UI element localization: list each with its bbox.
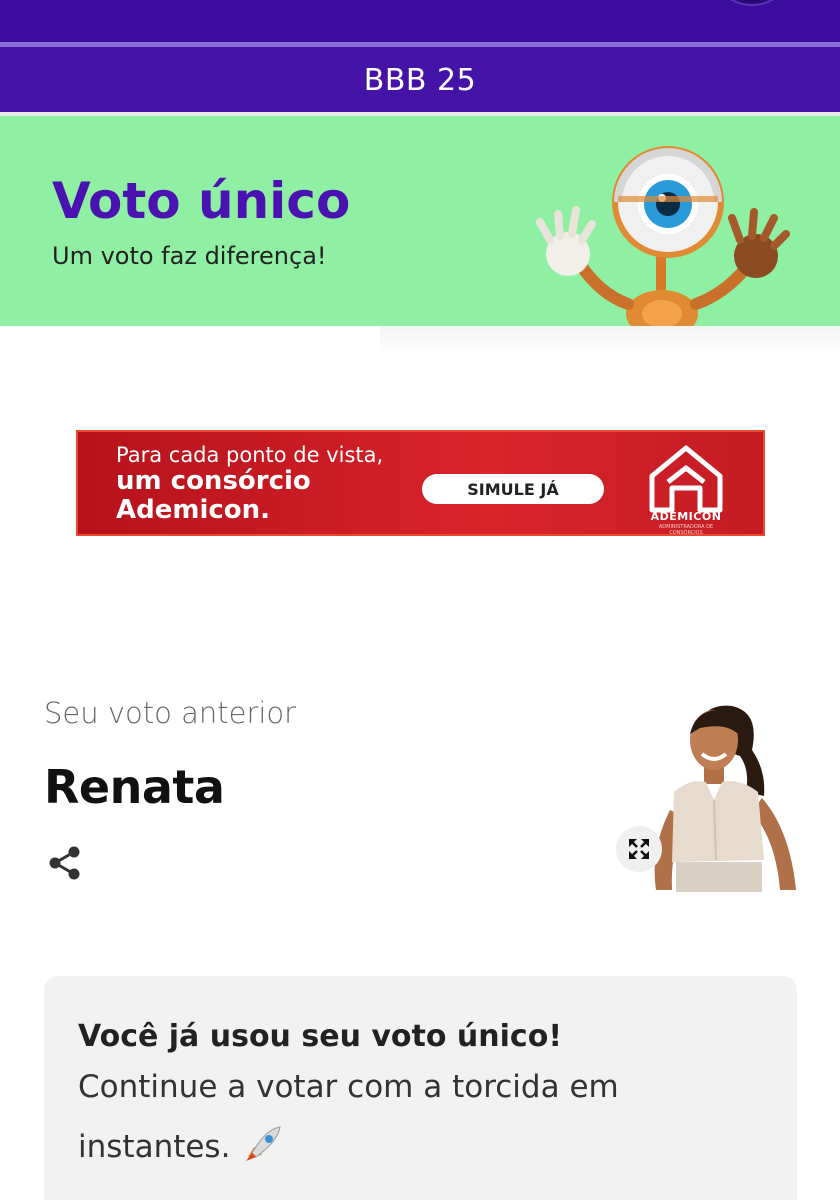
ad-line-1: Para cada ponto de vista,: [116, 443, 384, 467]
ad-copy: Para cada ponto de vista, um consórcio A…: [116, 443, 384, 525]
vote-used-notice: Você já usou seu voto único! Continue a …: [44, 976, 797, 1200]
top-bar: [0, 0, 840, 44]
rocket-icon: [246, 1126, 281, 1162]
section-title: BBB 25: [363, 62, 477, 98]
candidate-photo: [654, 705, 796, 892]
expand-icon: [629, 839, 649, 859]
notice-title: Você já usou seu voto único!: [78, 1019, 562, 1054]
hero-shadow: [380, 326, 840, 356]
previous-vote-label: Seu voto anterior: [44, 696, 297, 730]
ad-brand-name: ADEMICON: [650, 510, 722, 523]
hero-title: Voto único: [52, 172, 351, 230]
ad-banner[interactable]: Para cada ponto de vista, um consórcio A…: [76, 430, 765, 536]
previous-vote-name: Renata: [44, 760, 225, 814]
notice-body: Continue a votar com a torcida em instan…: [78, 1057, 658, 1178]
hero-banner: Voto único Um voto faz diferença!: [0, 116, 840, 326]
ad-brand-tagline: ADMINISTRADORA DE CONSÓRCIOS: [658, 524, 714, 536]
ad-line-3: Ademicon.: [116, 494, 271, 525]
notice-body-text: Continue a votar com a torcida em instan…: [78, 1069, 619, 1166]
simulate-button[interactable]: SIMULE JÁ: [422, 474, 604, 504]
ad-line-2: um consórcio: [116, 466, 311, 497]
big-brother-eye-mascot-icon: [536, 146, 790, 326]
section-header: BBB 25: [0, 47, 840, 113]
hero-subtitle: Um voto faz diferença!: [52, 242, 327, 270]
share-icon: [49, 846, 80, 880]
share-button[interactable]: [44, 842, 86, 884]
expand-photo-button[interactable]: [616, 826, 662, 872]
